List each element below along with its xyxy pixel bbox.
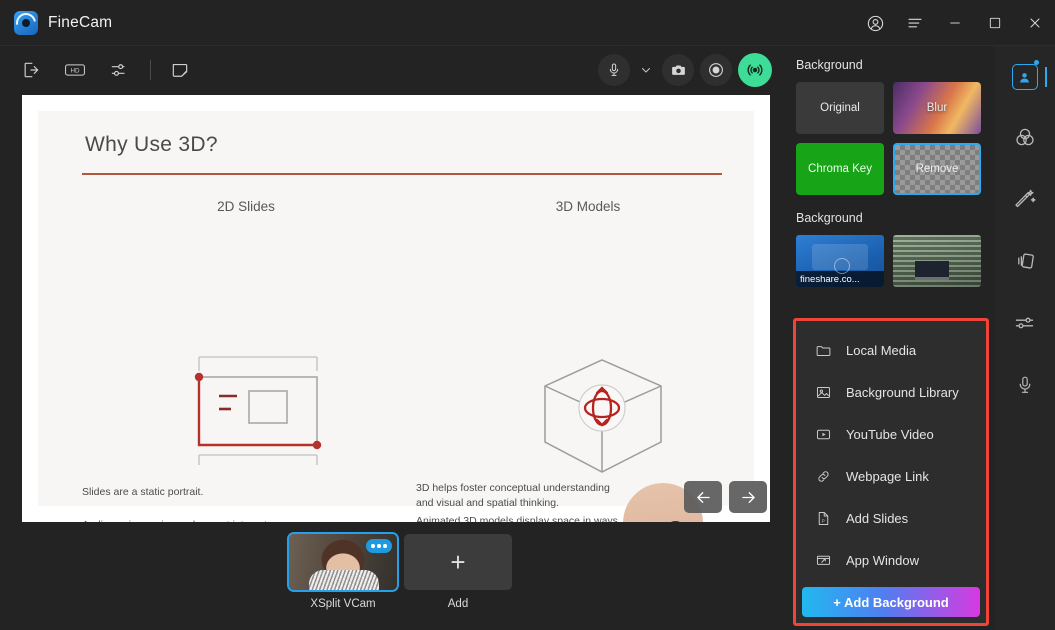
export-icon[interactable] xyxy=(14,53,48,87)
camera-icon[interactable] xyxy=(662,54,694,86)
slide-next-button[interactable] xyxy=(729,481,767,513)
broadcast-icon[interactable] xyxy=(738,53,772,87)
chevron-down-icon[interactable] xyxy=(636,56,656,84)
bg-mode-original[interactable]: Original xyxy=(796,82,884,134)
hamburger-menu-icon[interactable] xyxy=(895,0,935,46)
plus-icon: + xyxy=(450,546,466,577)
app-window-icon xyxy=(814,551,832,569)
rail-frames[interactable] xyxy=(994,232,1055,294)
background-library-title: Background xyxy=(796,211,863,225)
microphone-icon[interactable] xyxy=(598,54,630,86)
window-controls xyxy=(855,0,1055,46)
bg-thumb-office[interactable] xyxy=(893,235,981,287)
menu-item-add-slides[interactable]: P Add Slides xyxy=(796,497,986,539)
menu-item-background-library[interactable]: Background Library xyxy=(796,371,986,413)
slide-3d-cube-illustration xyxy=(525,354,680,479)
finecam-logo-icon xyxy=(14,10,38,35)
svg-text:P: P xyxy=(821,518,824,523)
rail-active-indicator xyxy=(1045,67,1047,87)
menu-item-app-window[interactable]: App Window xyxy=(796,539,986,581)
settings-sliders-icon[interactable] xyxy=(102,53,136,87)
add-camera-label: Add xyxy=(447,598,469,610)
menu-item-webpage-link-label: Webpage Link xyxy=(846,468,929,484)
background-thumbnail-grid: fineshare.co... xyxy=(796,235,984,287)
whiteboard-icon[interactable] xyxy=(163,53,197,87)
background-mode-grid: Original Blur Chroma Key Remove xyxy=(796,82,984,195)
hd-icon[interactable]: HD xyxy=(58,53,92,87)
rail-color[interactable] xyxy=(994,108,1055,170)
camera-source-item-0[interactable]: XSplit VCam xyxy=(287,532,399,610)
magic-wand-icon xyxy=(1013,187,1037,216)
bg-mode-original-label: Original xyxy=(820,102,860,114)
sliders-icon xyxy=(1013,311,1037,340)
rail-effects[interactable] xyxy=(994,170,1055,232)
slide-left-heading: 2D Slides xyxy=(217,199,275,214)
rail-avatar[interactable] xyxy=(994,46,1055,108)
bg-mode-remove[interactable]: Remove xyxy=(893,143,981,195)
camera-thumbnail[interactable] xyxy=(287,532,399,592)
toolbar-divider xyxy=(150,60,151,80)
rail-audio[interactable] xyxy=(994,356,1055,418)
color-circles-icon xyxy=(1013,125,1037,154)
person-portrait-icon xyxy=(1011,64,1038,90)
add-background-menu: Local Media Background Library YouTube V… xyxy=(796,321,986,623)
svg-text:HD: HD xyxy=(70,68,80,75)
microphone-icon xyxy=(1014,374,1036,401)
add-background-button[interactable]: + Add Background xyxy=(802,587,980,617)
slide-title-underline xyxy=(82,173,722,175)
bg-thumb-webpage[interactable]: fineshare.co... xyxy=(796,235,884,287)
camera-source-strip: XSplit VCam + Add xyxy=(0,528,782,630)
slide-prev-button[interactable] xyxy=(684,481,722,513)
maximize-icon[interactable] xyxy=(975,0,1015,46)
folder-icon xyxy=(814,341,832,359)
presentation-file-icon: P xyxy=(814,509,832,527)
menu-item-background-library-label: Background Library xyxy=(846,384,959,400)
camera-thumbnail-shirt xyxy=(309,570,379,590)
slide-right-heading: 3D Models xyxy=(555,199,621,214)
slide-left-body-1: Audience is passive and cannot interact. xyxy=(82,518,342,522)
right-icon-rail xyxy=(994,46,1055,630)
bg-mode-chroma-key-label: Chroma Key xyxy=(808,163,872,175)
account-icon[interactable] xyxy=(855,0,895,46)
toolbar-right-group xyxy=(598,46,772,94)
link-icon xyxy=(814,467,832,485)
menu-item-webpage-link[interactable]: Webpage Link xyxy=(796,455,986,497)
person-eye-right xyxy=(670,521,681,522)
webcam-person-overlay xyxy=(584,463,748,522)
menu-item-youtube-video-label: YouTube Video xyxy=(846,426,934,442)
slide-2d-illustration xyxy=(193,351,323,471)
bg-mode-blur-label: Blur xyxy=(926,102,948,114)
minimize-icon[interactable] xyxy=(935,0,975,46)
menu-item-app-window-label: App Window xyxy=(846,552,919,568)
menu-item-local-media[interactable]: Local Media xyxy=(796,329,986,371)
menu-item-local-media-label: Local Media xyxy=(846,342,917,358)
menu-item-add-slides-label: Add Slides xyxy=(846,510,909,526)
image-icon xyxy=(814,383,832,401)
rail-adjust[interactable] xyxy=(994,294,1055,356)
video-play-icon xyxy=(814,425,832,443)
video-preview-stage[interactable]: Why Use 3D? 2D Slides 3D Models Slides a… xyxy=(22,95,770,522)
bg-mode-blur[interactable]: Blur xyxy=(893,82,981,134)
bg-mode-chroma-key[interactable]: Chroma Key xyxy=(796,143,884,195)
background-section-title: Background xyxy=(796,58,863,72)
record-icon[interactable] xyxy=(700,54,732,86)
close-icon[interactable] xyxy=(1015,0,1055,46)
more-options-icon[interactable] xyxy=(366,539,392,553)
add-camera-button[interactable]: + xyxy=(404,534,512,590)
rail-avatar-badge xyxy=(1034,60,1039,65)
menu-item-youtube-video[interactable]: YouTube Video xyxy=(796,413,986,455)
slide-canvas: Why Use 3D? 2D Slides 3D Models Slides a… xyxy=(38,111,754,522)
camera-source-label: XSplit VCam xyxy=(310,598,376,610)
camera-source-item-add[interactable]: + Add xyxy=(404,534,512,610)
app-title: FineCam xyxy=(48,13,113,31)
bg-mode-remove-label: Remove xyxy=(915,163,959,175)
slide-title: Why Use 3D? xyxy=(85,133,218,156)
add-background-menu-highlight: Local Media Background Library YouTube V… xyxy=(793,318,989,626)
bg-thumb-webpage-caption: fineshare.co... xyxy=(796,271,884,287)
title-bar: FineCam xyxy=(0,0,1055,46)
slide-left-body-0: Slides are a static portrait. xyxy=(82,486,204,498)
cards-stack-icon xyxy=(1013,249,1037,278)
